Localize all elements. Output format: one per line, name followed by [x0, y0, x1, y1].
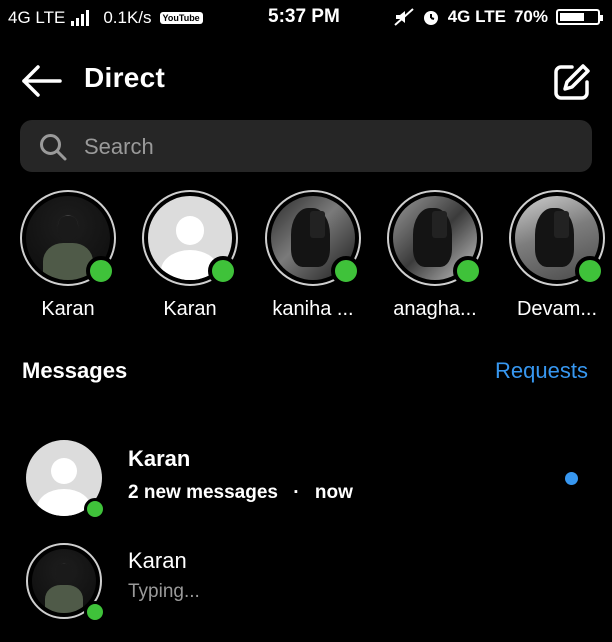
story-item[interactable]: Karan	[8, 190, 128, 321]
avatar	[20, 190, 116, 286]
conversation-preview: 2 new messages · now	[128, 482, 353, 504]
online-indicator	[86, 256, 116, 286]
story-label: anagha...	[393, 298, 477, 320]
preview-text: 2 new messages	[128, 482, 278, 503]
online-indicator	[84, 601, 106, 623]
speed-label: 0.1K/s	[103, 8, 152, 27]
header: Direct	[0, 52, 612, 110]
youtube-icon: YouTube	[159, 12, 203, 24]
conversation-name: Karan	[128, 548, 187, 573]
status-bar: 4G LTE 0.1K/s YouTube 5:37 PM 4G LTE 70%	[0, 0, 612, 38]
online-indicator	[331, 256, 361, 286]
online-indicator	[453, 256, 483, 286]
story-item[interactable]: Karan	[130, 190, 250, 321]
status-right: 4G LTE 70%	[394, 7, 603, 27]
requests-link[interactable]: Requests	[495, 358, 588, 384]
compose-icon	[554, 64, 590, 100]
conversation-item[interactable]: Karan 2 new messages · now	[0, 440, 612, 530]
status-left: 4G LTE 0.1K/s YouTube	[8, 8, 203, 28]
active-friends-row: Karan Karan kaniha ... anagha... Devam..…	[0, 190, 612, 340]
story-label: Karan	[41, 298, 95, 320]
compose-button[interactable]	[552, 62, 592, 102]
page-title: Direct	[84, 62, 166, 93]
avatar	[26, 543, 106, 623]
message-time: now	[314, 482, 353, 503]
avatar	[142, 190, 238, 286]
online-indicator	[208, 256, 238, 286]
unread-indicator	[565, 472, 578, 485]
arrow-left-icon	[22, 65, 62, 97]
story-label: Devam...	[516, 298, 598, 320]
online-indicator	[84, 498, 106, 520]
conversation-item[interactable]: Karan Typing...	[0, 543, 612, 633]
alarm-icon	[423, 11, 438, 25]
signal-icon	[71, 10, 90, 26]
search-bar[interactable]	[20, 120, 592, 174]
conversation-preview: Typing...	[128, 581, 200, 602]
story-item[interactable]: anagha...	[375, 190, 495, 321]
search-icon	[40, 134, 67, 161]
mute-icon	[394, 8, 414, 26]
search-input[interactable]	[82, 120, 566, 174]
messages-heading: Messages	[22, 358, 128, 383]
avatar	[26, 440, 106, 520]
battery-percent: 70%	[513, 7, 548, 26]
separator: ·	[293, 482, 300, 503]
clock: 5:37 PM	[268, 6, 340, 27]
avatar	[387, 190, 483, 286]
back-button[interactable]	[20, 64, 64, 98]
story-label: Karan	[163, 298, 217, 320]
avatar	[509, 190, 605, 286]
story-item[interactable]: kaniha ...	[253, 190, 373, 321]
network-label: 4G LTE	[8, 8, 66, 27]
story-item[interactable]: Devam...	[497, 190, 612, 321]
online-indicator	[575, 256, 605, 286]
conversation-name: Karan	[128, 446, 191, 471]
battery-icon	[556, 9, 603, 25]
story-label: kaniha ...	[272, 298, 354, 320]
avatar	[265, 190, 361, 286]
network-label-right: 4G LTE	[447, 7, 506, 26]
